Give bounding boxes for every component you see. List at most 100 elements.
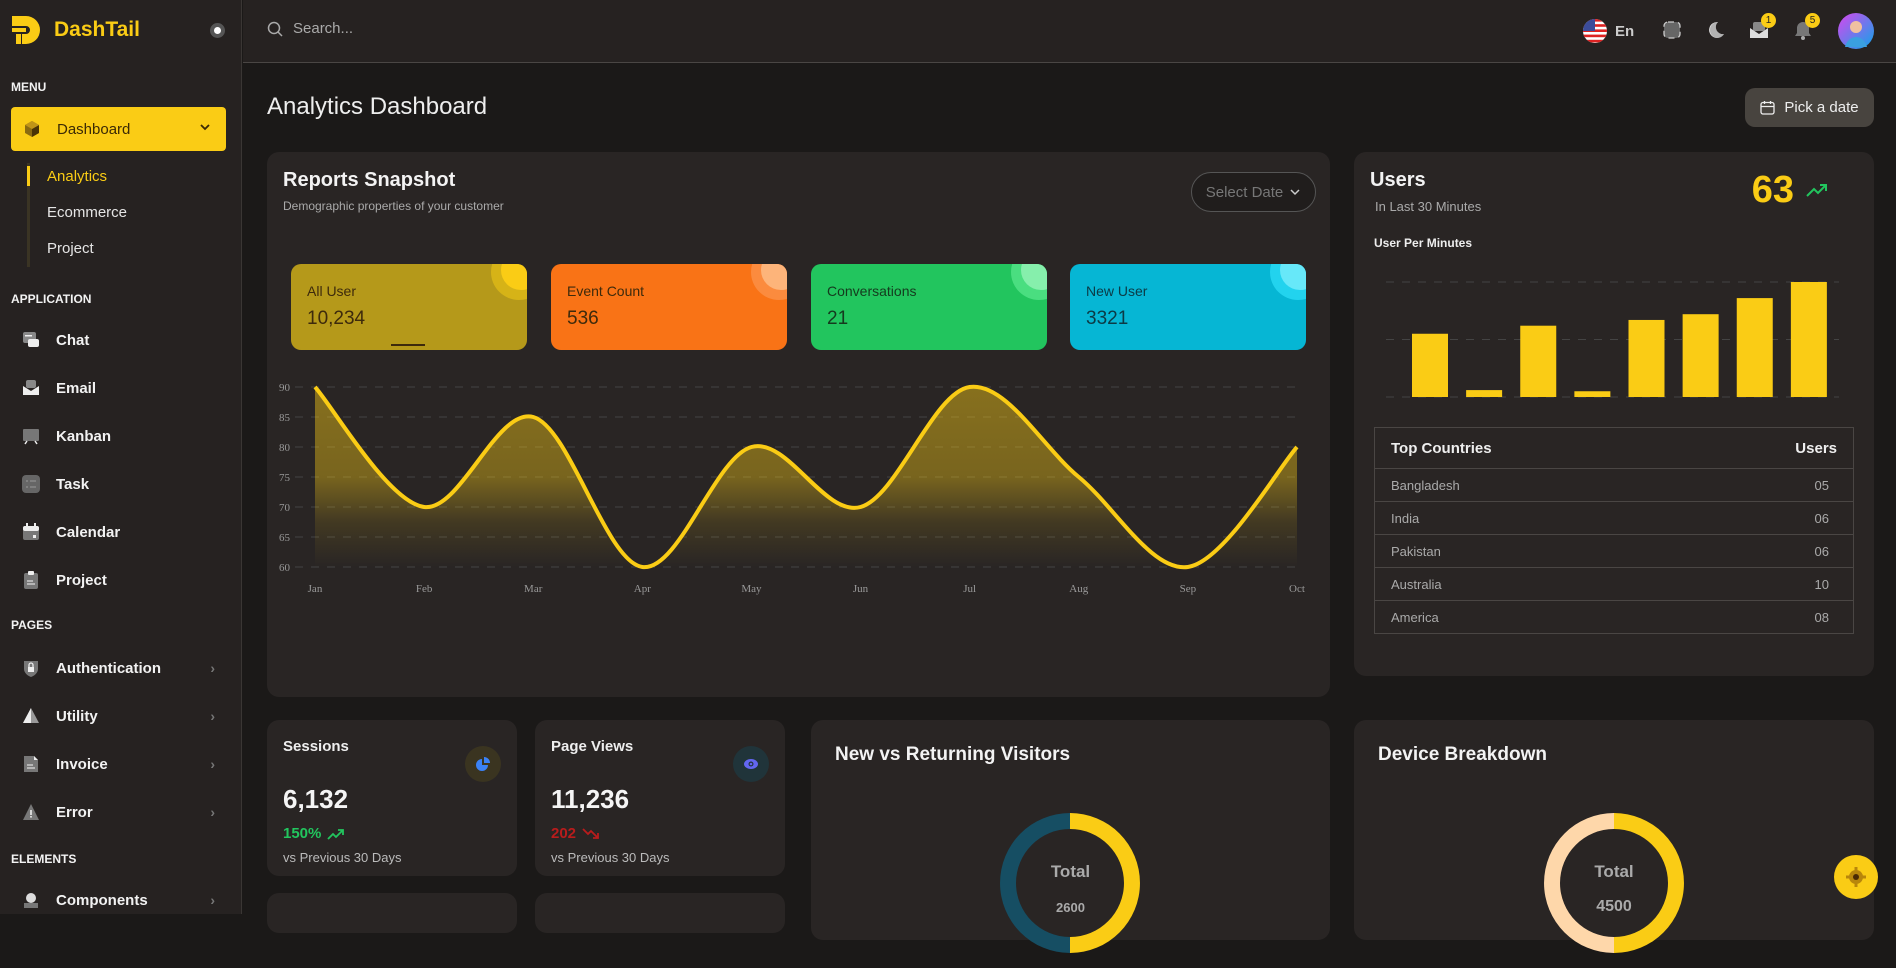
sidebar-subitem-ecommerce[interactable]: Ecommerce [47,204,127,221]
card-subtitle: In Last 30 Minutes [1375,199,1482,214]
device-donut-chart [1544,813,1684,953]
stat-card-event-count[interactable]: Event Count 536 [551,264,787,350]
sidebar-subitem-project[interactable]: Project [47,240,94,257]
y-tick-label: 60 [279,562,291,574]
eye-icon [744,759,758,769]
donut-slice [1614,813,1684,953]
stat-card-conversations[interactable]: Conversations 21 [811,264,1047,350]
table-row: Australia 10 [1375,567,1853,600]
stat-label: Event Count [567,283,645,299]
task-icon [22,475,40,493]
calendar-icon [22,523,40,541]
stat-card-new-user[interactable]: New User 3321 [1070,264,1306,350]
donut-center-label: Total [1594,862,1634,881]
chevron-down-icon [1290,189,1300,196]
country-users: 06 [1814,510,1829,526]
card-title: Reports Snapshot [283,169,456,191]
theme-toggle-button[interactable] [1706,20,1726,45]
sidebar-item-kanban[interactable]: Kanban [22,422,227,450]
top-countries-table: Top Countries Users Bangladesh 05 India 06… [1374,427,1854,634]
card-title: Device Breakdown [1378,744,1547,765]
area-chart: 60 65 70 75 80 85 90 Jan Feb Mar Apr May Jun Jul Aug Se… [279,382,1305,595]
sessions-card: Sessions 6,132 150% vs Previous 30 Days [267,720,517,876]
stat-value: 21 [827,308,849,329]
document-icon [22,755,40,773]
chevron-right-icon: › [210,804,215,820]
email-icon [22,379,40,397]
reports-snapshot-card: Reports Snapshot Demographic properties … [267,152,1330,697]
y-tick-label: 90 [279,382,291,394]
fullscreen-button[interactable] [1662,20,1682,45]
bar [1790,282,1827,397]
trend-up-icon [1806,184,1827,197]
search-icon [267,21,283,37]
donut-center-value: 2600 [1056,900,1085,915]
stat-label: Conversations [827,283,917,299]
sessions-icon-wrap [465,746,501,782]
sidebar-item-calendar[interactable]: Calendar [22,518,227,546]
country-name: America [1391,609,1439,625]
y-tick-label: 65 [279,532,291,544]
messages-button[interactable]: 1 [1749,13,1776,45]
sidebar-subitem-analytics[interactable]: Analytics [47,168,107,185]
pick-date-label: Pick a date [1784,99,1859,116]
sidebar-item-task[interactable]: Task [22,470,227,498]
sidebar-item-label: Dashboard [57,120,131,138]
stat-value: 3321 [1086,308,1129,329]
card-title: Users [1370,169,1426,191]
sidebar-item-chat[interactable]: Chat [22,326,227,354]
notification-badge: 5 [1805,13,1820,28]
sidebar-item-label: Authentication [56,659,161,677]
x-tick-label: Aug [1069,583,1088,595]
sidebar-item-error[interactable]: Error › [22,798,227,826]
user-avatar[interactable] [1838,13,1874,54]
country-users: 08 [1814,609,1829,625]
logo[interactable]: DashTail [10,14,140,46]
sidebar-item-components[interactable]: Components › [22,886,227,914]
language-selector[interactable]: En [1583,19,1634,43]
sidebar-item-invoice[interactable]: Invoice › [22,750,227,778]
sidebar-item-dashboard[interactable]: Dashboard [11,107,226,151]
page-title: Analytics Dashboard [267,93,488,120]
sidebar-item-email[interactable]: Email [22,374,227,402]
sidebar-item-label: Project [56,571,107,589]
brand-name: DashTail [54,18,140,41]
y-tick-label: 85 [279,412,291,424]
x-tick-label: Jul [963,583,976,595]
bar-chart [1386,281,1839,398]
sidebar-collapse-toggle[interactable] [210,23,225,38]
pyramid-icon [22,707,40,725]
stat-card-partial [535,893,785,933]
sidebar-item-label: Kanban [56,427,112,445]
column-header-country: Top Countries [1391,439,1492,457]
calendar-icon [1760,101,1776,115]
notifications-button[interactable]: 5 [1793,13,1820,45]
table-row: America 08 [1375,600,1853,633]
pick-date-button[interactable]: Pick a date [1745,88,1874,127]
visitors-donut-chart [1000,813,1140,953]
select-date-dropdown[interactable]: Select Date [1191,172,1316,212]
chevron-right-icon: › [210,660,215,676]
search-bar[interactable]: Search... [267,20,353,37]
page-views-icon-wrap [733,746,769,782]
gear-icon [1846,867,1866,887]
country-users: 06 [1814,543,1829,559]
settings-fab[interactable] [1834,855,1878,899]
stat-card-all-user[interactable]: All User 10,234 [291,264,527,350]
search-input[interactable]: Search... [293,20,353,37]
x-tick-label: Sep [1180,583,1197,595]
pie-chart-icon [476,757,490,771]
comparison-label: vs Previous 30 Days [283,850,402,865]
country-users: 05 [1814,477,1829,493]
sidebar-item-label: Task [56,475,90,493]
bar [1682,314,1719,397]
shield-lock-icon [22,659,40,677]
x-tick-label: Jan [308,583,323,595]
sidebar-item-project[interactable]: Project [22,566,227,594]
sidebar-item-utility[interactable]: Utility › [22,702,227,730]
sidebar-item-authentication[interactable]: Authentication › [22,654,227,682]
page-views-value: 11,236 [551,784,630,814]
country-name: Pakistan [1391,543,1441,559]
donut-slice [1000,813,1070,953]
active-tab-indicator [391,344,425,346]
